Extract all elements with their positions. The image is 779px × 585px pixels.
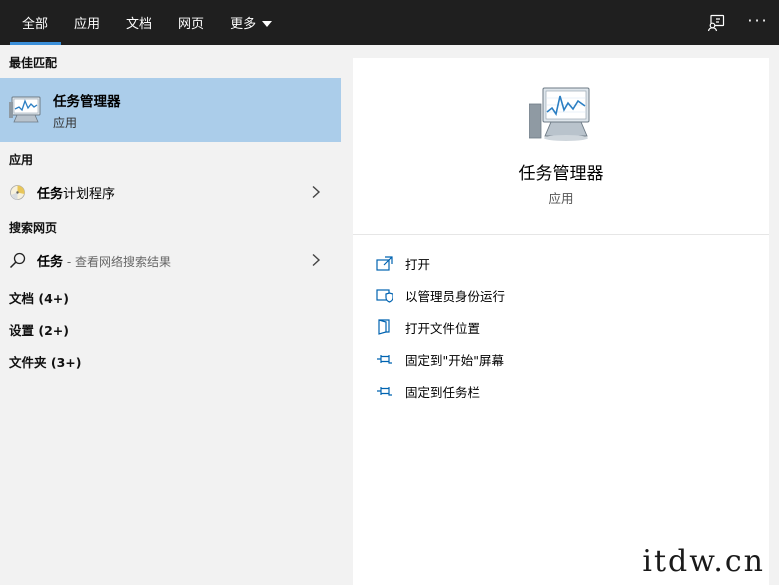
more-options-button[interactable]: ··· xyxy=(737,0,779,45)
more-options-icon: ··· xyxy=(747,11,769,30)
tab-apps-label: 应用 xyxy=(74,17,101,32)
watermark-text: itdw.cn xyxy=(642,544,765,579)
shield-icon xyxy=(375,286,393,304)
search-icon xyxy=(9,252,26,269)
result-label: 任务 - 查看网络搜索结果 xyxy=(37,251,171,270)
tab-documents[interactable]: 文档 xyxy=(113,0,165,45)
tab-more[interactable]: 更多 xyxy=(217,0,285,45)
feedback-button[interactable] xyxy=(695,0,737,45)
action-open-file-location[interactable]: 打开文件位置 xyxy=(375,316,755,338)
web-search-heading: 搜索网页 xyxy=(9,221,58,235)
action-label: 固定到"开始"屏幕 xyxy=(405,352,504,368)
result-label-match: 任务 xyxy=(37,187,64,202)
action-open[interactable]: 打开 xyxy=(375,252,755,274)
search-results-pane: 最佳匹配 任务管理器 应用 应用 任务计划程序 搜索网页 任务 - 查看网络搜索… xyxy=(0,45,341,585)
task-manager-icon xyxy=(9,96,41,123)
tab-apps[interactable]: 应用 xyxy=(61,0,113,45)
topbar-actions: ··· xyxy=(695,0,779,45)
chevron-right-icon[interactable] xyxy=(311,185,321,199)
result-label-sub: - 查看网络搜索结果 xyxy=(63,255,171,269)
pin-taskbar-icon xyxy=(375,382,393,400)
tab-all-label: 全部 xyxy=(22,17,49,32)
action-label: 打开 xyxy=(405,256,431,272)
result-task-scheduler[interactable]: 任务计划程序 xyxy=(0,176,341,208)
file-location-icon xyxy=(375,318,393,336)
divider xyxy=(353,234,769,235)
task-manager-icon xyxy=(529,87,590,141)
apps-heading: 应用 xyxy=(9,153,34,167)
action-pin-to-taskbar[interactable]: 固定到任务栏 xyxy=(375,380,755,402)
category-settings[interactable]: 设置 (2+) xyxy=(9,320,69,339)
action-label: 固定到任务栏 xyxy=(405,384,481,400)
preview-pane: 任务管理器 应用 打开 以管理员身份运行 打开文件位置 固定到"开始"屏幕 固定… xyxy=(353,58,769,585)
best-match-name: 任务管理器 xyxy=(53,94,121,110)
pin-start-icon xyxy=(375,350,393,368)
action-pin-to-start[interactable]: 固定到"开始"屏幕 xyxy=(375,348,755,370)
action-run-as-admin[interactable]: 以管理员身份运行 xyxy=(375,284,755,306)
preview-type: 应用 xyxy=(548,191,574,206)
result-web-search[interactable]: 任务 - 查看网络搜索结果 xyxy=(0,244,341,276)
result-label-rest: 计划程序 xyxy=(63,187,116,202)
action-label: 打开文件位置 xyxy=(405,320,481,336)
search-filter-bar: 全部 应用 文档 网页 更多 ··· xyxy=(0,0,779,45)
open-icon xyxy=(375,254,393,272)
tab-web-label: 网页 xyxy=(178,17,205,32)
best-match-item[interactable]: 任务管理器 应用 xyxy=(0,78,341,142)
best-match-type: 应用 xyxy=(53,116,78,130)
task-scheduler-icon xyxy=(10,185,25,200)
preview-title: 任务管理器 xyxy=(518,164,604,184)
chevron-right-icon[interactable] xyxy=(311,253,321,267)
category-documents[interactable]: 文档 (4+) xyxy=(9,288,69,307)
result-label: 任务计划程序 xyxy=(37,183,115,202)
tab-documents-label: 文档 xyxy=(126,17,153,32)
best-match-heading: 最佳匹配 xyxy=(9,56,58,70)
action-label: 以管理员身份运行 xyxy=(405,288,506,304)
category-folders[interactable]: 文件夹 (3+) xyxy=(9,352,81,371)
feedback-icon xyxy=(707,14,725,31)
tab-more-label: 更多 xyxy=(230,17,257,32)
tab-all[interactable]: 全部 xyxy=(0,0,62,45)
tab-web[interactable]: 网页 xyxy=(165,0,217,45)
result-label-match: 任务 xyxy=(37,255,64,270)
chevron-down-icon xyxy=(262,20,273,27)
